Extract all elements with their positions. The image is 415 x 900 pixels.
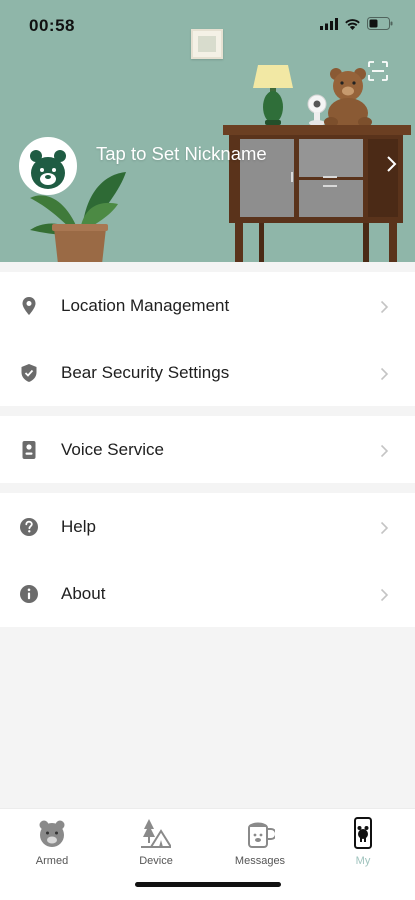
wall-picture-decoration: [191, 29, 223, 59]
tab-label: Armed: [35, 855, 69, 867]
tab-label: Device: [139, 855, 173, 867]
tab-my[interactable]: My: [323, 815, 403, 873]
tab-armed[interactable]: Armed: [12, 815, 92, 873]
chevron-right-icon: [380, 444, 389, 458]
bear-avatar-icon: [30, 150, 66, 189]
wifi-icon: [345, 18, 360, 30]
menu-item-about[interactable]: About: [0, 560, 415, 627]
tab-label: My: [355, 855, 371, 867]
chevron-right-icon: [380, 588, 389, 602]
tab-device[interactable]: Device: [116, 815, 196, 873]
bear-face-icon: [39, 820, 65, 847]
menu-item-bear-security-settings[interactable]: Bear Security Settings: [0, 339, 415, 406]
location-pin-icon: [22, 297, 36, 315]
phone-bear-icon: [354, 817, 372, 849]
menu-item-voice-service[interactable]: Voice Service: [0, 416, 415, 483]
menu-item-location-management[interactable]: Location Management: [0, 272, 415, 339]
tent-trees-icon: [141, 819, 171, 848]
set-nickname-link[interactable]: Tap to Set Nickname: [96, 143, 267, 165]
menu-item-label: Bear Security Settings: [61, 363, 230, 382]
chevron-right-icon[interactable]: [386, 155, 398, 173]
cellular-signal-icon: [320, 17, 338, 30]
home-indicator: [135, 882, 281, 887]
scan-icon[interactable]: [368, 61, 388, 81]
menu-item-label: Location Management: [61, 296, 230, 315]
menu-item-label: Voice Service: [61, 440, 164, 459]
battery-icon: [367, 17, 393, 30]
status-time: 00:58: [29, 16, 75, 35]
status-icons: [320, 17, 393, 30]
menu-item-label: About: [61, 584, 106, 603]
avatar[interactable]: [19, 137, 77, 195]
tab-messages[interactable]: Messages: [220, 815, 300, 873]
menu-item-help[interactable]: Help: [0, 493, 415, 560]
info-icon: [20, 585, 38, 603]
voice-speaker-icon: [22, 441, 36, 459]
menu-group-voice: Voice Service: [0, 416, 415, 483]
chevron-right-icon: [380, 521, 389, 535]
mug-bear-icon: [248, 822, 275, 848]
menu-item-label: Help: [61, 517, 96, 536]
menu-group-help-about: Help About: [0, 493, 415, 627]
tab-label: Messages: [234, 855, 286, 867]
help-icon: [20, 518, 38, 536]
chevron-right-icon: [380, 300, 389, 314]
profile-header: 00:58 Tap to Set Nickname: [0, 0, 415, 262]
menu-group-location-security: Location Management Bear Security Settin…: [0, 272, 415, 406]
shield-check-icon: [21, 364, 37, 382]
chevron-right-icon: [380, 367, 389, 381]
